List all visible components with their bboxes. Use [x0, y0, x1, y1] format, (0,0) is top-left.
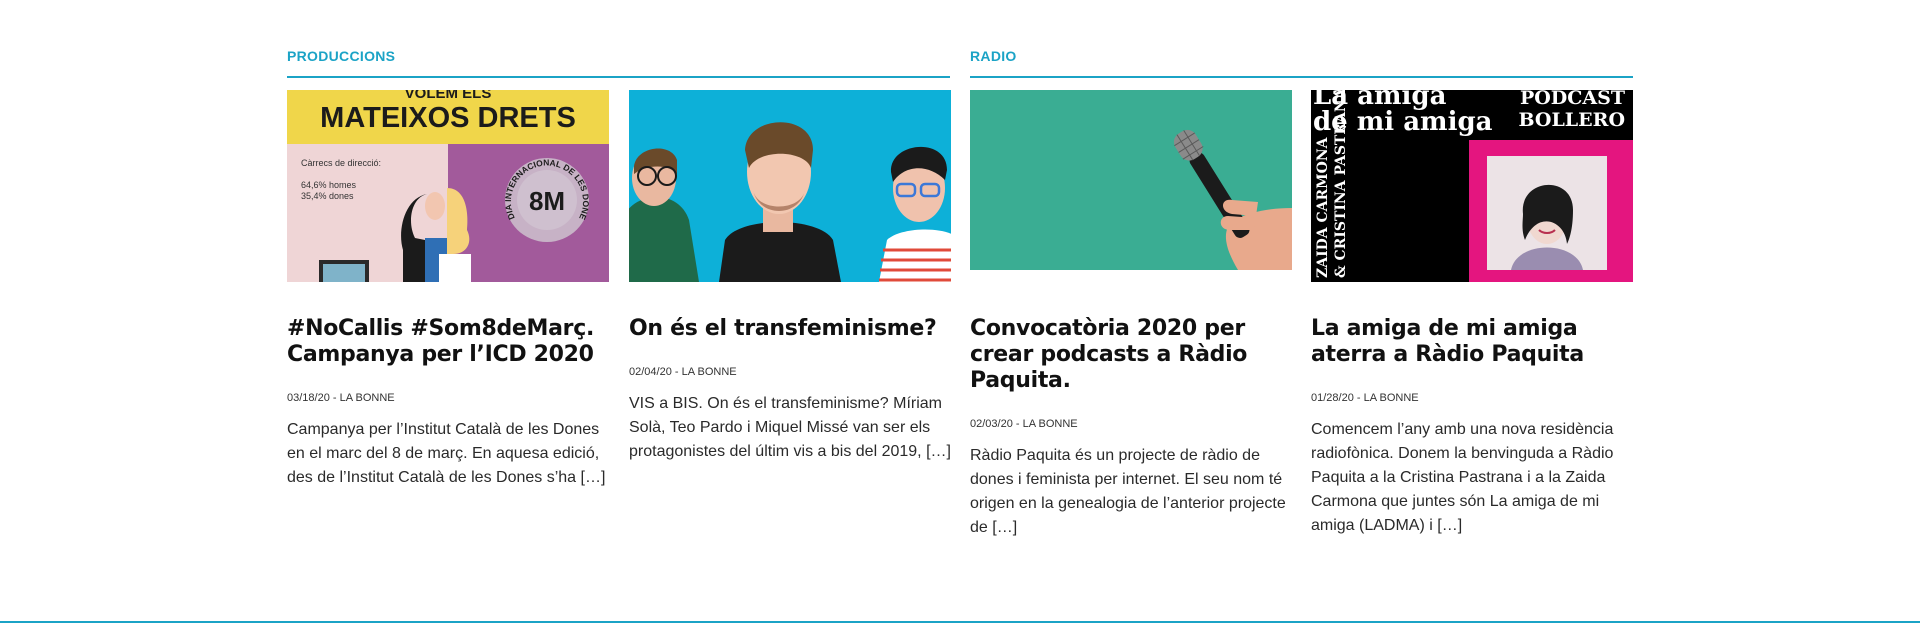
cover-side-name-1: ZAIDA CARMONA	[1315, 136, 1331, 278]
meta-separator: -	[671, 366, 682, 378]
post-author[interactable]: LA BONNE	[682, 366, 737, 378]
post-date: 01/28/20	[1311, 392, 1354, 404]
section-divider	[287, 76, 950, 78]
post-excerpt-text: Campanya per l’Institut Català de les Do…	[287, 421, 600, 486]
post-author[interactable]: LA BONNE	[1023, 418, 1078, 430]
post-excerpt: Comencem l’any amb una nova residència r…	[1311, 418, 1633, 538]
read-more-link[interactable]: […]	[992, 519, 1017, 536]
post-excerpt-text: VIS a BIS. On és el transfeminisme? Míri…	[629, 395, 942, 460]
poster-stat-women: 35,4% dones	[301, 191, 354, 201]
cover-side-name-2: & CRISTINA PASTRANA	[1333, 90, 1349, 278]
post-date: 02/04/20	[629, 366, 672, 378]
post-thumbnail[interactable]	[629, 90, 951, 282]
read-more-link[interactable]: […]	[581, 469, 606, 486]
poster-headline: MATEIXOS DRETS	[320, 102, 576, 134]
campaign-poster-image: VOLEM ELS MATEIXOS DRETS Càrrecs de dire…	[287, 90, 609, 282]
post-meta: 02/03/20 - LA BONNE	[970, 418, 1292, 430]
post-title[interactable]: Convocatòria 2020 per crear podcasts a R…	[970, 316, 1292, 394]
poster-stat-men: 64,6% homes	[301, 180, 357, 190]
post-excerpt-text: Comencem l’any amb una nova residència r…	[1311, 421, 1614, 534]
post-excerpt: Campanya per l’Institut Català de les Do…	[287, 418, 609, 490]
cover-tag-podcast: PODCAST	[1520, 90, 1625, 109]
post-meta: 03/18/20 - LA BONNE	[287, 392, 609, 404]
meta-separator: -	[1353, 392, 1364, 404]
post-meta: 02/04/20 - LA BONNE	[629, 366, 951, 378]
microphone-image	[970, 90, 1292, 270]
cover-tag-bollero: BOLLERO	[1518, 109, 1625, 131]
badge-8m: 8M	[529, 186, 565, 216]
post-author[interactable]: LA BONNE	[1364, 392, 1419, 404]
meta-separator: -	[329, 392, 340, 404]
post-thumbnail[interactable]: VOLEM ELS MATEIXOS DRETS Càrrecs de dire…	[287, 90, 609, 282]
post-date: 03/18/20	[287, 392, 330, 404]
post-card: VOLEM ELS MATEIXOS DRETS Càrrecs de dire…	[287, 90, 609, 490]
section-divider	[970, 76, 1633, 78]
post-card: La amiga de mi amiga PODCAST BOLLERO ZAI…	[1311, 90, 1633, 538]
post-author[interactable]: LA BONNE	[340, 392, 395, 404]
podcast-cover-image: La amiga de mi amiga PODCAST BOLLERO ZAI…	[1311, 90, 1633, 282]
meta-separator: -	[1012, 418, 1023, 430]
section-title-radio[interactable]: RADIO	[970, 48, 1017, 64]
post-thumbnail[interactable]: La amiga de mi amiga PODCAST BOLLERO ZAI…	[1311, 90, 1633, 282]
post-title[interactable]: On és el transfeminisme?	[629, 316, 951, 342]
post-title[interactable]: La amiga de mi amiga aterra a Ràdio Paqu…	[1311, 316, 1633, 368]
post-excerpt: Ràdio Paquita és un projecte de ràdio de…	[970, 444, 1292, 540]
section-title-produccions[interactable]: PRODUCCIONS	[287, 48, 395, 64]
post-excerpt-text: Ràdio Paquita és un projecte de ràdio de…	[970, 447, 1286, 536]
post-title[interactable]: #NoCallis #Som8deMarç. Campanya per l’IC…	[287, 316, 609, 368]
post-meta: 01/28/20 - LA BONNE	[1311, 392, 1633, 404]
read-more-link[interactable]: […]	[1437, 517, 1462, 534]
post-excerpt: VIS a BIS. On és el transfeminisme? Míri…	[629, 392, 951, 464]
read-more-link[interactable]: […]	[926, 443, 951, 460]
poster-stat-label: Càrrecs de direcció:	[301, 158, 381, 168]
illustrated-people-image	[629, 90, 951, 282]
post-card: Convocatòria 2020 per crear podcasts a R…	[970, 90, 1292, 540]
post-date: 02/03/20	[970, 418, 1013, 430]
post-thumbnail[interactable]	[970, 90, 1292, 282]
poster-top-text: VOLEM ELS	[405, 90, 492, 102]
post-card: On és el transfeminisme? 02/04/20 - LA B…	[629, 90, 951, 464]
